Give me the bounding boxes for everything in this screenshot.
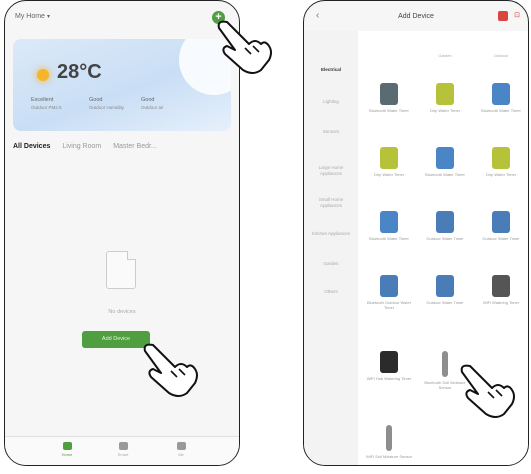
device-tile[interactable]: WiFi Hub Watering Timer: [364, 351, 414, 381]
sun-icon: [37, 69, 49, 81]
device-tile[interactable]: Outdoor Water Timer: [476, 211, 526, 241]
tab-master-bedroom[interactable]: Master Bedr...: [113, 143, 157, 150]
device-tile[interactable]: Bluetooth Outdoor Water Timer: [364, 275, 414, 310]
garden-valve-icon: [380, 83, 398, 105]
category-item[interactable]: Sensors: [308, 129, 354, 135]
outdoor-timer-icon: [380, 275, 398, 297]
home-icon: [62, 442, 72, 450]
soil-sensor-icon: [442, 351, 448, 377]
drip-timer-icon: [492, 147, 510, 169]
drip-timer-icon: [380, 147, 398, 169]
device-label: Bluetooth Outdoor Water Timer: [366, 300, 412, 310]
weather-stat: Excellent Outdoor PM2.5: [31, 97, 62, 111]
weather-stat: Good Outdoor Humidity: [89, 97, 124, 111]
device-tile[interactable]: Bluetooth Water Timer: [476, 83, 526, 113]
nav-home-label: Home: [61, 452, 73, 457]
device-label: Bluetooth Water Timer: [369, 108, 409, 113]
category-item[interactable]: Others: [308, 289, 354, 295]
home-title: My Home: [15, 13, 45, 20]
water-timer-icon: [436, 147, 454, 169]
header: ‹ Add Device ⊡: [304, 1, 528, 31]
weather-stat-label: Good: [89, 97, 103, 103]
chevron-down-icon: ▾: [46, 14, 50, 20]
weather-stat: Good Outdoor air: [141, 97, 164, 111]
column-heading: Garden: [438, 53, 452, 58]
device-tile[interactable]: Drip Water Timer: [420, 83, 470, 113]
weather-stat-value: Outdoor air: [141, 105, 164, 110]
tab-all-devices[interactable]: All Devices: [13, 143, 50, 150]
hub-icon: [380, 351, 398, 373]
empty-document-icon: [106, 251, 136, 289]
category-sidebar: Electrical Lighting Sensors Large Home A…: [304, 31, 358, 465]
device-label: WiFi Hub Watering Timer: [366, 376, 412, 381]
smart-icon: [118, 442, 128, 450]
device-tile[interactable]: Bluetooth Water Timer: [420, 147, 470, 177]
device-label: Bluetooth Water Timer: [425, 172, 465, 177]
tab-living-room[interactable]: Living Room: [62, 143, 101, 150]
pointing-hand-icon: [217, 20, 272, 74]
device-tile[interactable]: Drip Water Timer: [364, 147, 414, 177]
water-timer-icon: [380, 211, 398, 233]
empty-text: No devices: [108, 309, 136, 315]
device-tile[interactable]: Outdoor Water Timer: [420, 211, 470, 241]
device-label: Bluetooth Water Timer: [369, 236, 409, 241]
device-tile[interactable]: Drip Water Timer: [476, 147, 526, 177]
category-item[interactable]: Small Home Appliances: [308, 197, 354, 209]
pointing-hand-icon: [143, 343, 198, 397]
scan-icon[interactable]: [498, 11, 508, 21]
wifi-timer-icon: [492, 275, 510, 297]
device-label: Bluetooth Water Timer: [481, 108, 521, 113]
outdoor-timer-icon: [492, 211, 510, 233]
temperature: 28°C: [57, 61, 102, 83]
drip-timer-icon: [436, 83, 454, 105]
outdoor-timer-icon: [436, 275, 454, 297]
device-label: Drip Water Timer: [429, 108, 461, 113]
category-item[interactable]: Garden: [308, 261, 354, 267]
category-item[interactable]: Large Home Appliances: [308, 165, 354, 177]
nav-me-label: Me: [178, 452, 184, 457]
outdoor-timer-icon: [436, 211, 454, 233]
column-heading: Outdoor: [493, 53, 509, 58]
weather-card: 28°C Excellent Outdoor PM2.5 Good Outdoo…: [13, 39, 231, 131]
nav-smart-label: Smart: [117, 452, 129, 457]
soil-sensor-icon: [386, 425, 392, 451]
water-timer-icon: [492, 83, 510, 105]
nav-smart[interactable]: Smart: [113, 442, 133, 457]
weather-stat-label: Excellent: [31, 97, 54, 103]
device-label: WiFi Soil Moisture Sensor: [365, 454, 412, 459]
device-label: Outdoor Water Timer: [426, 236, 464, 241]
me-icon: [176, 442, 186, 450]
device-tile[interactable]: WiFi Watering Timer: [476, 275, 526, 305]
bottom-nav: Home Smart Me: [5, 436, 239, 465]
nav-me[interactable]: Me: [171, 442, 191, 457]
qr-scan-icon[interactable]: ⊡: [514, 11, 520, 19]
device-tile[interactable]: Outdoor Water Timer: [420, 275, 470, 305]
home-screen: My Home ▾ + 28°C Excellent Outdoor PM2.5 …: [4, 0, 240, 466]
device-label: WiFi Watering Timer: [482, 300, 520, 305]
category-item[interactable]: Electrical: [308, 67, 354, 73]
category-item[interactable]: Lighting: [308, 99, 354, 105]
home-selector[interactable]: My Home ▾: [15, 13, 50, 20]
nav-home[interactable]: Home: [57, 442, 77, 457]
device-label: Drip Water Timer: [373, 172, 405, 177]
device-label: Drip Water Timer: [485, 172, 517, 177]
device-tile[interactable]: WiFi Soil Moisture Sensor: [364, 425, 414, 459]
device-label: Outdoor Water Timer: [482, 236, 520, 241]
weather-stat-label: Good: [141, 97, 155, 103]
device-tile[interactable]: Bluetooth Water Timer: [364, 83, 414, 113]
room-tabs: All Devices Living Room Master Bedr...: [13, 143, 167, 150]
device-tile[interactable]: Bluetooth Water Timer: [364, 211, 414, 241]
pointing-hand-icon: [460, 364, 515, 418]
page-title: Add Device: [398, 13, 434, 20]
category-item[interactable]: Kitchen Appliances: [308, 231, 354, 237]
weather-stat-value: Outdoor PM2.5: [31, 105, 62, 110]
device-label: Outdoor Water Timer: [426, 300, 464, 305]
weather-stat-value: Outdoor Humidity: [89, 105, 125, 110]
